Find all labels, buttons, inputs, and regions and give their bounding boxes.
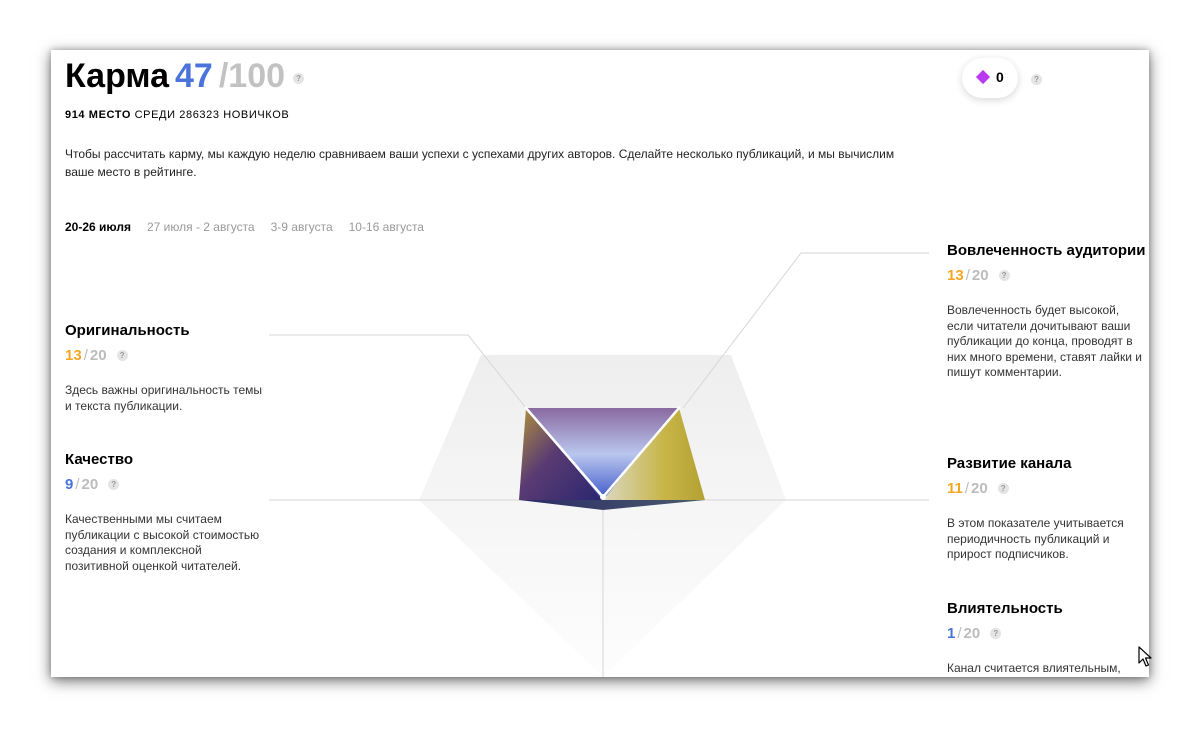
karma-score: 47 [175,57,213,95]
metric-description: В этом показателе учитывается периодично… [947,516,1124,561]
metric-max: 20 [971,480,988,497]
rank-place: 914 МЕСТО [65,109,131,121]
help-icon[interactable]: ? [116,350,128,361]
diamond-icon [975,69,991,85]
page-title: Карма 47/100? [65,56,305,96]
title-label: Карма [65,57,170,95]
metric-value: 9 [65,476,74,493]
metric-name: Вовлеченность аудитории [947,242,1146,259]
metric-value: 13 [65,347,82,364]
help-icon[interactable]: ? [108,479,120,490]
tab-week-2[interactable]: 27 июля - 2 августа [147,220,255,234]
rank-rest: СРЕДИ 286323 НОВИЧКОВ [134,109,290,121]
metric-quality: Качество 9/20? Качественными мы считаем … [65,451,265,574]
karma-intro-text: Чтобы рассчитать карму, мы каждую неделю… [65,147,895,179]
rank-line: 914 МЕСТО СРЕДИ 286323 НОВИЧКОВ [65,109,289,121]
metric-engagement: Вовлеченность аудитории 13/20? Вовлеченн… [947,242,1146,379]
metric-description: Здесь важны оригинальность темы и текста… [65,383,263,413]
metric-name: Развитие канала [947,455,1072,472]
karma-max: /100 [218,57,286,95]
metric-max: 20 [89,347,107,364]
diamond-count: 0 [996,69,1004,85]
week-tabs: 20-26 июля 27 июля - 2 августа 3-9 августа… [65,220,440,234]
metric-max: 20 [971,267,989,284]
radar-data-shape [519,408,705,510]
help-icon[interactable]: ? [990,628,1002,639]
metric-description: Вовлеченность будет высокой, если читате… [947,303,1142,379]
diamond-badge[interactable]: 0 [962,58,1018,98]
tab-week-1[interactable]: 20-26 июля [65,220,131,234]
metric-value: 1 [947,625,956,642]
metric-max: 20 [963,625,981,642]
metric-name: Качество [65,451,134,468]
metric-influence: Влиятельность 1/20? Канал считается влия… [947,600,1147,677]
metric-channel-growth: Развитие канала 11/20? В этом показателе… [947,455,1147,563]
metric-description: Канал считается влиятельным, если [947,661,1121,677]
karma-panel: Карма 47/100? 914 МЕСТО СРЕДИ 286323 НОВИ… [51,50,1149,677]
metric-originality: Оригинальность 13/20? Здесь важны оригин… [65,322,265,414]
help-icon[interactable]: ? [998,270,1010,281]
tab-week-3[interactable]: 3-9 августа [271,220,333,234]
metric-value: 11 [947,480,963,497]
help-icon[interactable]: ? [997,483,1009,494]
metric-value: 13 [947,267,964,284]
metric-name: Влиятельность [947,600,1063,617]
metric-name: Оригинальность [65,322,190,339]
tab-week-4[interactable]: 10-16 августа [349,220,424,234]
help-icon[interactable]: ? [293,73,305,84]
metric-max: 20 [81,476,99,493]
metric-description: Качественными мы считаем публикации с вы… [65,512,260,573]
mouse-cursor-icon [1138,646,1152,667]
help-icon[interactable]: ? [1031,74,1042,85]
